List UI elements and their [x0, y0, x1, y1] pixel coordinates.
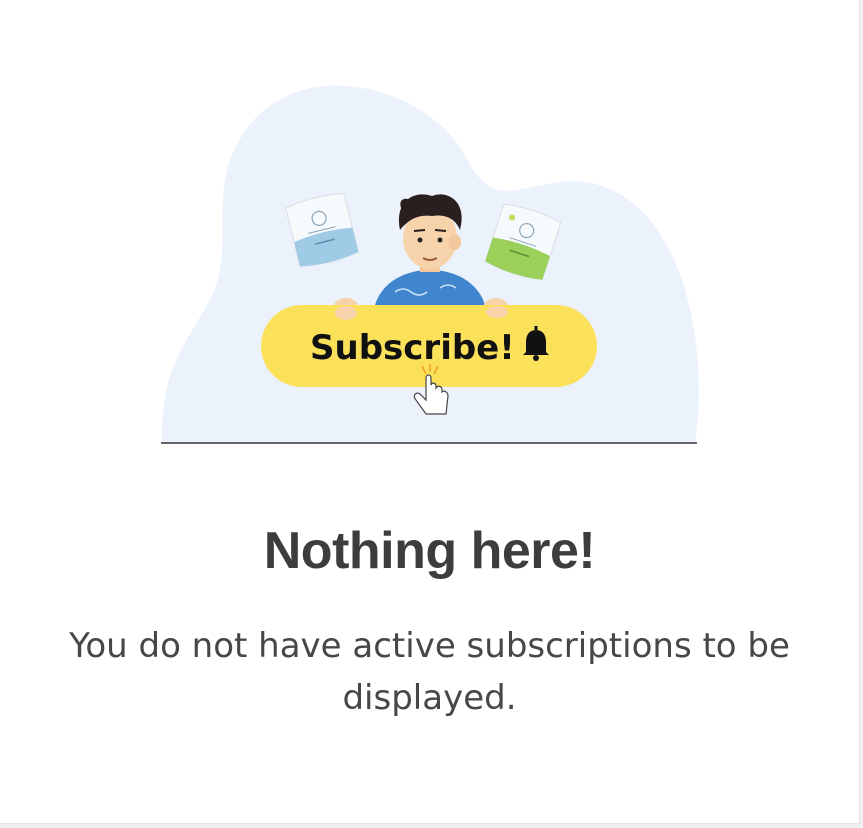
subscribe-button-label: Subscribe! — [310, 328, 515, 368]
subscribe-illustration: Subscribe! — [150, 70, 710, 460]
empty-state-message: You do not have active subscriptions to … — [69, 626, 790, 718]
empty-state-title: Nothing here! — [263, 522, 596, 580]
page: Subscribe! Nothing here! You do not have… — [0, 0, 860, 824]
illustration-svg: Subscribe! — [161, 85, 699, 444]
